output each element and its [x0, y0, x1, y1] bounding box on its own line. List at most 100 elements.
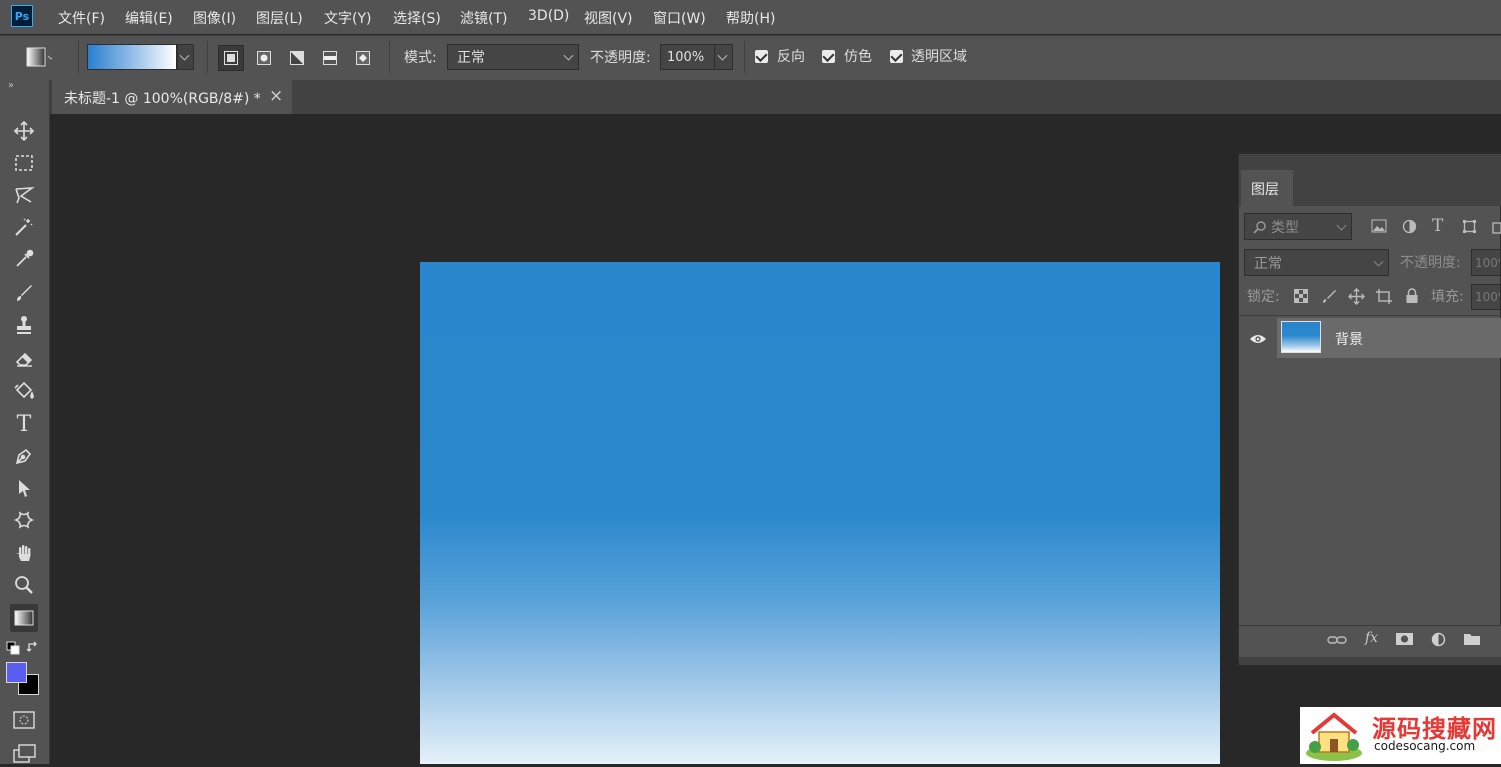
divider	[1239, 315, 1501, 316]
menu-type[interactable]: 文字(Y)	[324, 8, 371, 28]
menu-layer[interactable]: 图层(L)	[256, 8, 303, 28]
lock-all-icon[interactable]	[1405, 288, 1419, 308]
document-canvas[interactable]	[420, 262, 1220, 764]
house-logo-icon	[1306, 712, 1362, 761]
separator	[744, 41, 745, 73]
layer-opacity-input[interactable]: 100%	[1471, 249, 1501, 276]
lock-pixels-icon[interactable]	[1321, 288, 1337, 308]
filter-smart-object-icon[interactable]	[1492, 219, 1501, 238]
zoom-icon[interactable]	[10, 571, 38, 599]
separator	[78, 41, 79, 73]
gradient-tool-icon[interactable]	[10, 604, 38, 632]
new-group-icon[interactable]	[1464, 632, 1480, 650]
linear-gradient-icon[interactable]	[218, 45, 244, 71]
close-icon[interactable]: ×	[269, 86, 283, 106]
filter-pixel-icon[interactable]	[1371, 219, 1387, 237]
mode-select[interactable]: 正常	[447, 44, 579, 70]
mode-value: 正常	[457, 50, 485, 66]
filter-adjustment-icon[interactable]	[1402, 219, 1417, 238]
screen-mode-icon[interactable]	[13, 743, 37, 767]
tab-layers-label: 图层	[1251, 182, 1279, 198]
diamond-gradient-icon[interactable]	[350, 45, 376, 71]
search-icon	[1253, 220, 1266, 234]
brush-icon[interactable]	[10, 279, 38, 307]
stamp-icon[interactable]	[10, 311, 38, 339]
tab-layers[interactable]: 图层	[1241, 170, 1293, 206]
menu-help[interactable]: 帮助(H)	[726, 8, 775, 28]
gradient-swatch[interactable]	[87, 44, 177, 70]
gradient-dropdown[interactable]	[177, 44, 194, 70]
layer-opacity-value: 100%	[1475, 255, 1500, 270]
lock-position-icon[interactable]	[1348, 288, 1365, 309]
shape-icon[interactable]	[10, 506, 38, 534]
document-tab[interactable]: 未标题-1 @ 100%(RGB/8#) * ×	[52, 80, 292, 114]
fx-icon[interactable]: fx	[1365, 630, 1378, 646]
panel-resize-bar[interactable]	[1239, 657, 1501, 665]
opacity-input[interactable]: 100%	[660, 44, 733, 70]
document-tab-title: 未标题-1 @ 100%(RGB/8#) *	[64, 91, 261, 107]
dither-label: 仿色	[844, 49, 872, 65]
menu-3d[interactable]: 3D(D)	[528, 8, 569, 24]
watermark-url: codesocang.com	[1374, 739, 1476, 753]
pen-icon[interactable]	[10, 442, 38, 470]
lock-label: 锁定:	[1247, 289, 1280, 305]
marquee-icon[interactable]	[10, 149, 38, 177]
menu-view[interactable]: 视图(V)	[584, 8, 633, 28]
new-adjustment-icon[interactable]	[1431, 632, 1447, 652]
tool-preset-picker[interactable]	[12, 45, 55, 73]
blend-mode-value: 正常	[1254, 255, 1282, 272]
menu-window[interactable]: 窗口(W)	[653, 8, 706, 28]
menu-edit[interactable]: 编辑(E)	[125, 8, 173, 28]
eraser-icon[interactable]	[10, 344, 38, 372]
swap-colors-icon[interactable]	[26, 640, 40, 658]
move-icon[interactable]	[10, 117, 38, 145]
reflected-gradient-icon[interactable]	[317, 45, 343, 71]
hand-icon[interactable]	[10, 539, 38, 567]
filter-type-icon[interactable]: T	[1432, 216, 1443, 236]
eyedropper-icon[interactable]	[10, 245, 38, 273]
lasso-icon[interactable]	[10, 181, 38, 209]
quick-mask-icon[interactable]	[13, 711, 35, 733]
fill-label: 填充:	[1431, 289, 1464, 305]
opacity-value: 100%	[667, 49, 705, 65]
menu-filter[interactable]: 滤镜(T)	[460, 8, 507, 28]
blend-mode-select[interactable]: 正常	[1244, 249, 1389, 276]
menu-bar: Ps 文件(F) 编辑(E) 图像(I) 图层(L) 文字(Y) 选择(S) 滤…	[0, 0, 1501, 34]
paint-bucket-icon[interactable]	[10, 377, 38, 405]
reverse-checkbox[interactable]	[755, 50, 768, 63]
layer-opacity-label: 不透明度:	[1400, 255, 1461, 271]
foreground-color-swatch[interactable]	[6, 662, 27, 683]
angle-gradient-icon[interactable]	[284, 45, 310, 71]
ps-logo[interactable]: Ps	[11, 5, 33, 27]
lock-artboard-icon[interactable]	[1375, 288, 1393, 309]
add-mask-icon[interactable]	[1396, 632, 1413, 650]
link-layers-icon[interactable]	[1327, 633, 1347, 651]
panel-title-strip	[1239, 154, 1501, 168]
magic-wand-icon[interactable]	[10, 213, 38, 241]
transparency-label: 透明区域	[911, 49, 967, 65]
transparency-checkbox[interactable]	[890, 50, 903, 63]
path-select-icon[interactable]	[10, 474, 38, 502]
radial-gradient-icon[interactable]	[251, 45, 277, 71]
menu-select[interactable]: 选择(S)	[393, 8, 441, 28]
fill-value: 100%	[1475, 290, 1500, 304]
type-icon[interactable]: T	[10, 410, 38, 438]
menu-image[interactable]: 图像(I)	[193, 8, 236, 28]
filter-shape-icon[interactable]	[1462, 219, 1477, 238]
dither-checkbox[interactable]	[822, 50, 835, 63]
lock-transparent-icon[interactable]	[1294, 289, 1308, 307]
reverse-label: 反向	[777, 49, 805, 65]
separator	[207, 41, 208, 73]
layer-filter-placeholder: 类型	[1271, 219, 1299, 236]
layer-thumbnail[interactable]	[1281, 321, 1321, 353]
watermark: 源码搜藏网 codesocang.com	[1300, 707, 1501, 764]
layer-name: 背景	[1335, 332, 1363, 348]
collapse-icon[interactable]: ››	[8, 80, 14, 91]
eye-icon[interactable]	[1249, 333, 1267, 349]
layer-filter-select[interactable]: 类型	[1244, 213, 1352, 240]
menu-file[interactable]: 文件(F)	[58, 8, 105, 28]
fill-input[interactable]: 100%	[1471, 284, 1501, 310]
default-colors-icon[interactable]	[6, 641, 20, 659]
opacity-label: 不透明度:	[590, 50, 651, 66]
mode-label: 模式:	[404, 50, 437, 66]
